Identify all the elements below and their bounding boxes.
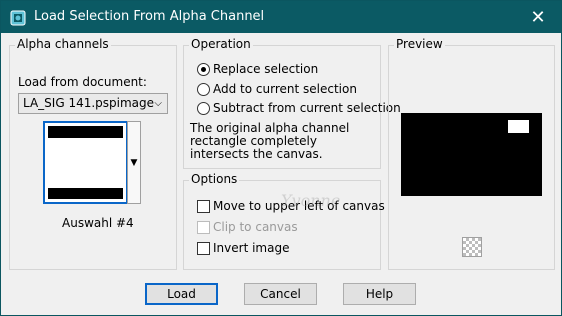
checkbox-invert-image[interactable]: Invert image [197, 241, 289, 255]
radio-replace-indicator[interactable] [197, 62, 210, 76]
preview-image [401, 113, 542, 196]
dialog-window: Load Selection From Alpha Channel ✕ Alph… [0, 0, 562, 316]
preview-label: Preview [394, 37, 445, 51]
close-icon: ✕ [530, 6, 546, 28]
radio-add-label: Add to current selection [213, 82, 357, 96]
channel-thumbnail-image [48, 126, 123, 199]
watermark: Yvonne [281, 191, 341, 210]
radio-replace-selection[interactable]: Replace selection [197, 62, 318, 76]
load-from-label: Load from document: [18, 75, 147, 89]
close-button[interactable]: ✕ [515, 1, 561, 33]
checkbox-invert-indicator[interactable] [197, 241, 210, 255]
checkbox-clip-indicator[interactable] [197, 220, 210, 234]
checkbox-clip-label: Clip to canvas [213, 220, 298, 234]
checkbox-invert-label: Invert image [213, 241, 290, 255]
radio-subtract-label: Subtract from current selection [213, 101, 401, 115]
radio-replace-label: Replace selection [213, 62, 319, 76]
transparency-toggle-icon[interactable] [462, 237, 482, 257]
alpha-channels-label: Alpha channels [15, 37, 111, 51]
cancel-button[interactable]: Cancel [244, 283, 317, 305]
operation-info-text: The original alpha channel rectangle com… [190, 121, 350, 161]
preview-selection-marker [508, 120, 529, 133]
help-button[interactable]: Help [343, 283, 416, 305]
load-button[interactable]: Load [145, 283, 218, 305]
channel-dropdown-button[interactable]: ▼ [127, 121, 141, 204]
app-icon [10, 10, 26, 26]
radio-subtract-indicator[interactable] [197, 101, 210, 115]
radio-add-selection[interactable]: Add to current selection [197, 82, 357, 96]
title-bar[interactable]: Load Selection From Alpha Channel ✕ [1, 1, 561, 33]
document-select-value: LA_SIG 141.pspimage [23, 96, 155, 110]
window-title: Load Selection From Alpha Channel [34, 9, 265, 24]
document-select[interactable]: LA_SIG 141.pspimage ⌵ [18, 93, 168, 114]
dropdown-arrow-icon: ▼ [130, 157, 138, 168]
chevron-down-icon: ⌵ [154, 98, 162, 109]
options-label: Options [189, 172, 240, 186]
radio-subtract-selection[interactable]: Subtract from current selection [197, 101, 401, 115]
channel-name: Auswahl #4 [62, 216, 134, 230]
radio-add-indicator[interactable] [197, 82, 210, 96]
channel-thumbnail[interactable] [43, 121, 128, 204]
operation-label: Operation [189, 37, 253, 51]
checkbox-move-indicator[interactable] [197, 199, 210, 213]
checkbox-clip-to-canvas[interactable]: Clip to canvas [197, 220, 298, 234]
